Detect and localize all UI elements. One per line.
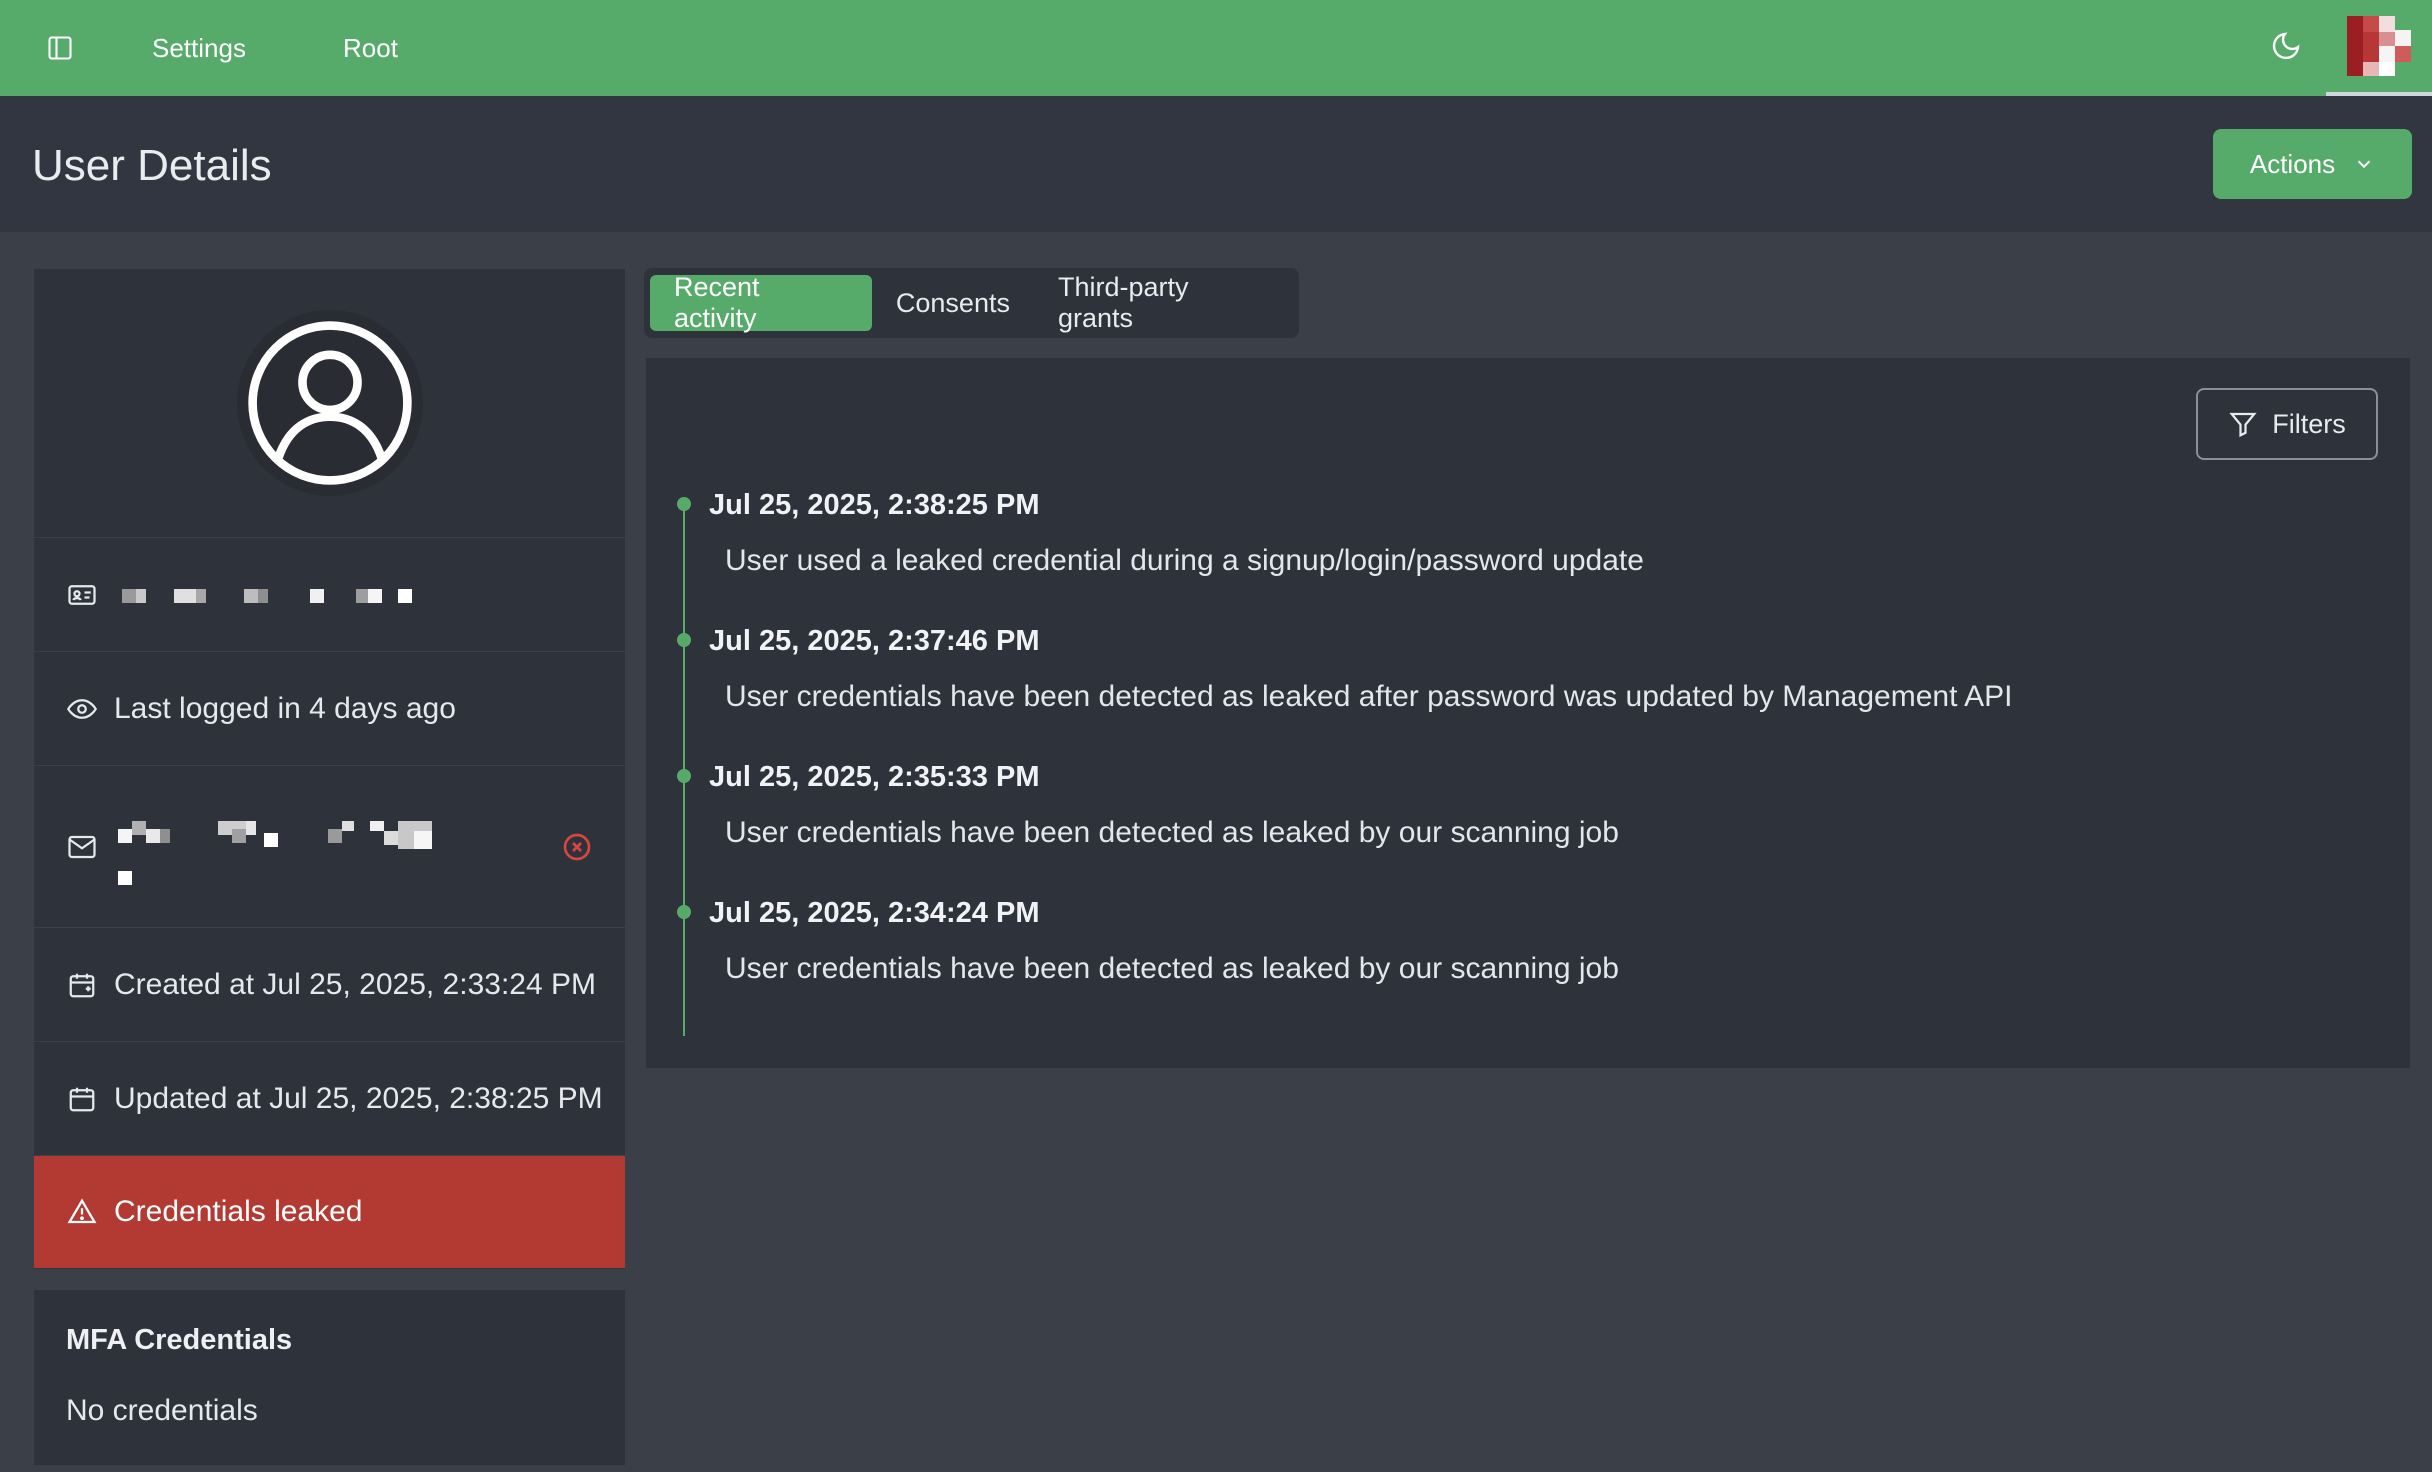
nav-link-settings[interactable]: Settings [152, 30, 246, 66]
calendar-plus-icon [66, 969, 98, 1001]
mail-icon [66, 831, 98, 863]
last-login-row: Last logged in 4 days ago [34, 652, 625, 766]
avatar-image [2347, 16, 2411, 76]
user-circle-icon [236, 310, 423, 496]
event-timestamp: Jul 25, 2025, 2:38:25 PM [709, 489, 1040, 521]
chevron-down-icon [2357, 160, 2371, 169]
event-message: User credentials have been detected as l… [725, 816, 1619, 849]
credentials-leaked-text: Credentials leaked [114, 1195, 363, 1228]
tab-consents[interactable]: Consents [872, 275, 1034, 331]
warning-icon [66, 1196, 98, 1228]
actions-button[interactable]: Actions [2213, 129, 2412, 199]
event-timestamp: Jul 25, 2025, 2:35:33 PM [709, 761, 1040, 793]
credentials-leaked-badge: Credentials leaked [34, 1156, 625, 1268]
email-row [34, 766, 625, 928]
moon-icon[interactable] [2270, 30, 2306, 66]
timeline-dot [677, 905, 691, 919]
event-message: User used a leaked credential during a s… [725, 544, 1644, 577]
updated-at-text: Updated at Jul 25, 2025, 2:38:25 PM [114, 1081, 603, 1115]
last-login-text: Last logged in 4 days ago [114, 691, 456, 725]
event-timestamp: Jul 25, 2025, 2:34:24 PM [709, 897, 1040, 929]
user-id-row [34, 538, 625, 652]
calendar-icon [66, 1083, 98, 1115]
event-timestamp: Jul 25, 2025, 2:37:46 PM [709, 625, 1040, 657]
mfa-credentials-card: MFA Credentials No credentials [34, 1290, 625, 1465]
timeline-dot [677, 497, 691, 511]
email-redacted [114, 807, 494, 887]
sidebar-toggle-icon[interactable] [42, 30, 78, 66]
user-avatar[interactable] [2326, 0, 2432, 96]
mfa-title: MFA Credentials [66, 1324, 293, 1356]
created-at-text: Created at Jul 25, 2025, 2:33:24 PM [114, 967, 596, 1001]
user-id-redacted [114, 585, 414, 605]
profile-avatar-section [34, 269, 625, 538]
id-card-icon [66, 579, 98, 611]
remove-email-icon[interactable] [561, 831, 593, 863]
tab-third-party-grants[interactable]: Third-party grants [1034, 272, 1293, 333]
timeline-dot [677, 633, 691, 647]
mfa-empty-text: No credentials [66, 1394, 258, 1427]
filters-label: Filters [2272, 408, 2346, 439]
profile-card: Last logged in 4 days ago Created at Jul… [34, 269, 625, 1269]
page-header: User Details Actions [0, 96, 2432, 232]
updated-at-row: Updated at Jul 25, 2025, 2:38:25 PM [34, 1042, 625, 1156]
created-at-row: Created at Jul 25, 2025, 2:33:24 PM [34, 928, 625, 1042]
page-title: User Details [32, 141, 272, 190]
recent-activity-panel: Filters Jul 25, 2025, 2:38:25 PM User us… [646, 358, 2410, 1068]
top-navbar: Settings Root [0, 0, 2432, 96]
eye-icon [66, 693, 98, 725]
detail-tabs: Recent activity Consents Third-party gra… [644, 268, 1299, 338]
filter-icon [2229, 412, 2257, 438]
filters-button[interactable]: Filters [2196, 388, 2378, 460]
event-message: User credentials have been detected as l… [725, 680, 2013, 713]
event-message: User credentials have been detected as l… [725, 952, 1619, 985]
nav-link-root[interactable]: Root [343, 30, 398, 66]
tab-recent-activity[interactable]: Recent activity [650, 272, 872, 333]
actions-label: Actions [2249, 148, 2336, 179]
timeline-dot [677, 769, 691, 783]
